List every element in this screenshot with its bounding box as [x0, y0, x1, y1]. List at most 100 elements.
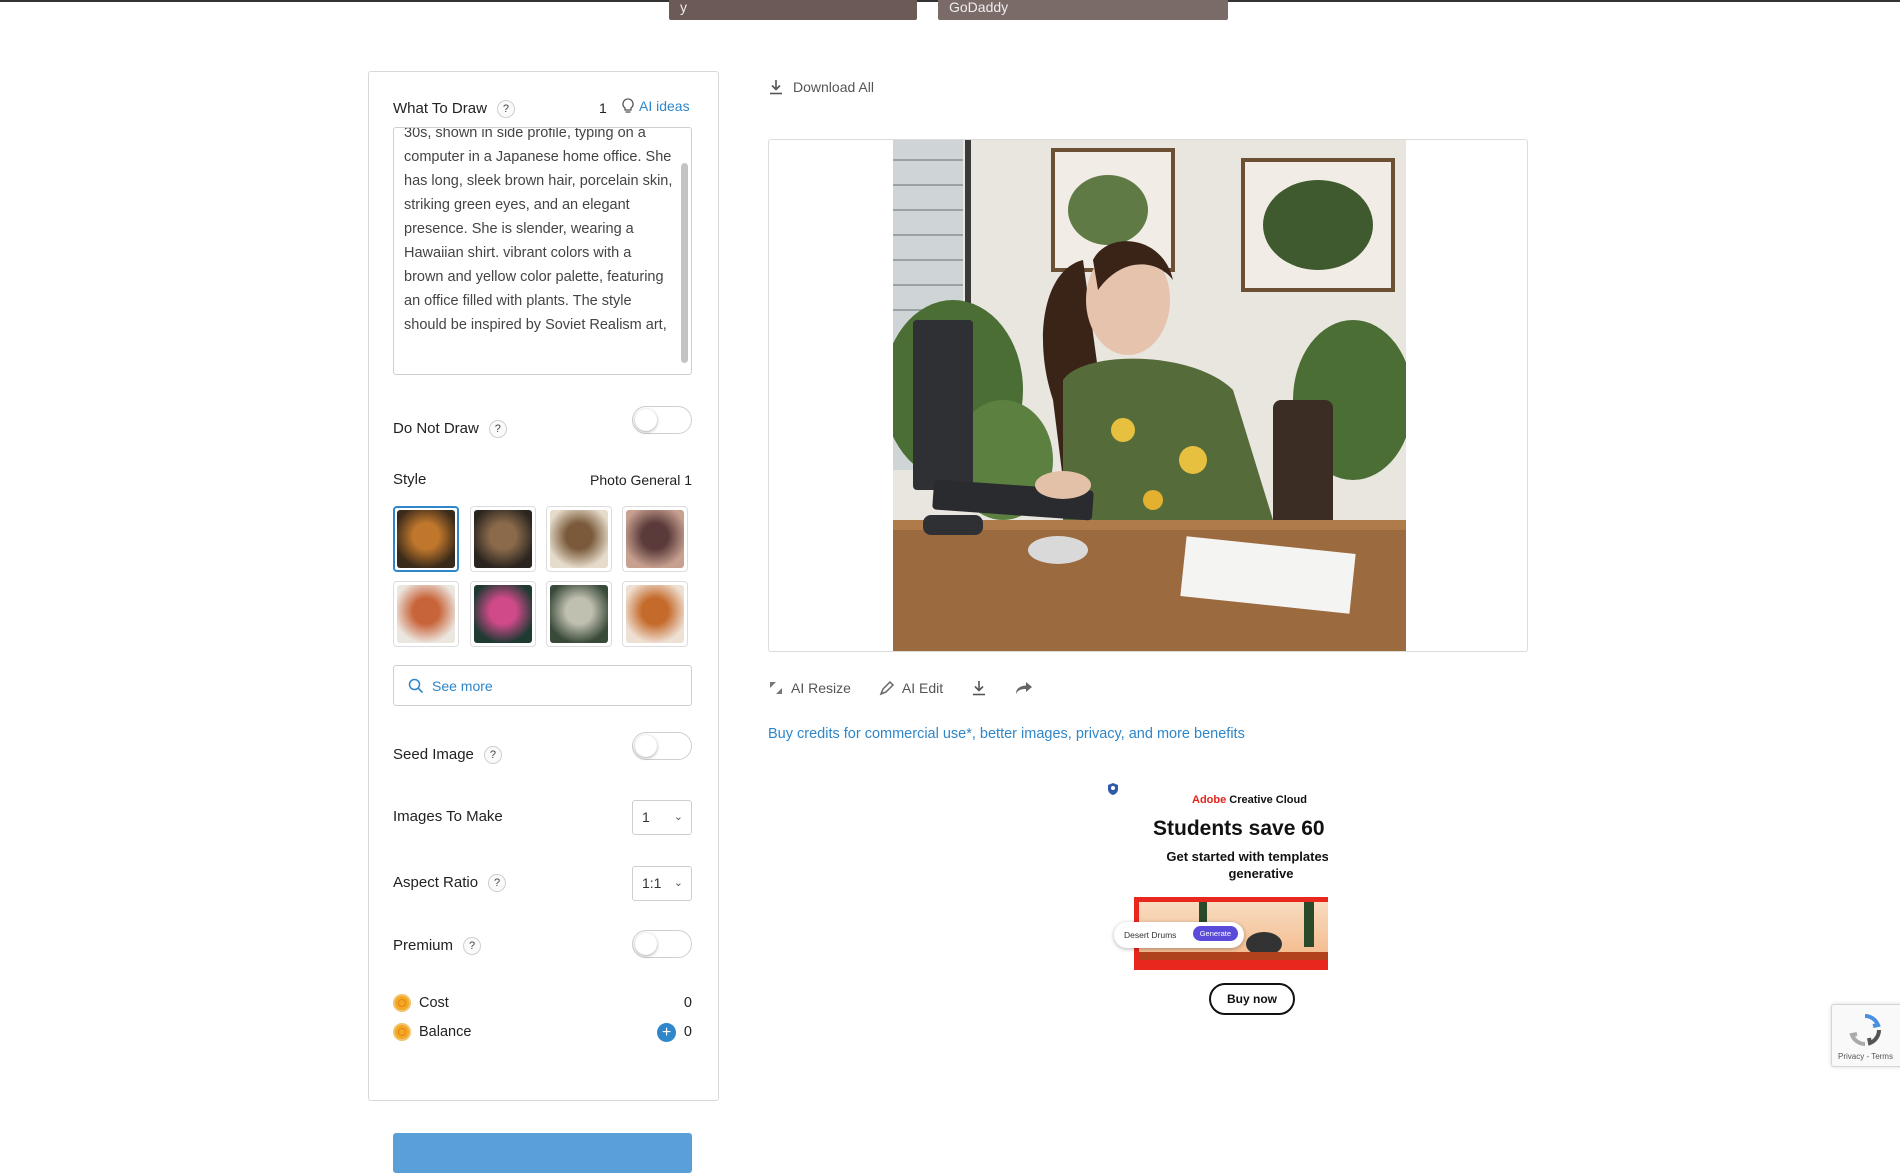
style-thumbnail-cow-warrior[interactable]: [470, 506, 536, 572]
do-not-draw-help-icon[interactable]: ?: [488, 420, 507, 439]
ai-ideas-label: AI ideas: [639, 98, 690, 114]
prompt-scrollbar[interactable]: [681, 163, 688, 363]
ai-edit-button[interactable]: AI Edit: [879, 680, 943, 696]
what-to-draw-help-icon[interactable]: ?: [496, 100, 515, 119]
pencil-icon: [879, 680, 894, 696]
cost-label: Cost: [419, 995, 449, 1011]
download-all-button[interactable]: Download All: [768, 79, 874, 95]
style-thumbnail-old-man[interactable]: [546, 581, 612, 647]
ad-prompt-pill: Desert Drums Generate: [1114, 922, 1244, 948]
chevron-down-icon: ⌄: [673, 877, 683, 889]
premium-label: Premium: [393, 937, 454, 954]
ai-resize-button[interactable]: AI Resize: [768, 680, 851, 696]
balance-value: 0: [683, 1024, 692, 1040]
style-thumbnail-image: [550, 510, 608, 568]
images-to-make-value: 1: [642, 809, 650, 825]
style-label: Style: [393, 471, 427, 488]
balance-row: Balance: [393, 1023, 471, 1041]
toggle-knob: [635, 933, 657, 955]
style-thumbnail-image: [474, 510, 532, 568]
style-thumbnail-image: [550, 585, 608, 643]
ad-generate-button: Generate: [1192, 926, 1238, 941]
images-to-make-select[interactable]: 1 ⌄: [632, 800, 692, 835]
share-icon: [1016, 682, 1033, 694]
lightbulb-icon: [622, 98, 634, 113]
recaptcha-icon: [1849, 1014, 1881, 1046]
advertisement[interactable]: Adobe Creative Cloud Students save 60 Ge…: [1100, 780, 1328, 1025]
share-button[interactable]: [1015, 680, 1033, 696]
premium-row: Premium?: [393, 937, 482, 956]
style-thumbnail-dancer[interactable]: [393, 581, 459, 647]
top-banner-ad-2[interactable]: GoDaddy: [938, 0, 1228, 20]
resize-icon: [770, 682, 782, 694]
do-not-draw-label: Do Not Draw: [393, 420, 479, 437]
chevron-down-icon: ⌄: [673, 811, 683, 823]
ai-resize-label: AI Resize: [791, 680, 851, 696]
ai-ideas-button[interactable]: AI ideas: [621, 98, 690, 114]
see-more-label: See more: [432, 677, 493, 694]
top-banner-label: GoDaddy: [949, 0, 1009, 15]
selected-style-name: Photo General 1: [590, 472, 692, 488]
style-thumbnail-tiger[interactable]: [393, 506, 459, 572]
coin-icon: [393, 1023, 411, 1041]
premium-help-icon[interactable]: ?: [463, 937, 482, 956]
ad-pill-text: Desert Drums: [1124, 930, 1177, 940]
aspect-ratio-label: Aspect Ratio: [393, 874, 479, 891]
buy-credits-link[interactable]: Buy credits for commercial use*, better …: [768, 726, 1245, 742]
ad-brand: Adobe Creative Cloud: [1192, 794, 1307, 806]
seed-image-toggle[interactable]: [632, 732, 692, 760]
image-actions-bar: AI Resize AI Edit: [768, 680, 1061, 696]
prompt-count: 1: [599, 100, 607, 116]
seed-image-row: Seed Image?: [393, 746, 502, 765]
prompt-text: 30s, shown in side profile, typing on a …: [404, 127, 673, 333]
style-thumbnail-fox-logo[interactable]: [622, 581, 688, 647]
prompt-textarea[interactable]: 30s, shown in side profile, typing on a …: [393, 127, 692, 375]
top-banner-ad-1[interactable]: y: [669, 0, 917, 20]
aspect-ratio-help-icon[interactable]: ?: [488, 874, 507, 893]
download-icon: [770, 80, 782, 95]
style-thumbnail-image: [397, 585, 455, 643]
generated-image-frame: [768, 139, 1528, 652]
premium-toggle[interactable]: [632, 930, 692, 958]
style-thumbnail-image: [626, 585, 684, 643]
aspect-ratio-value: 1:1: [642, 875, 662, 891]
generate-button[interactable]: [393, 1133, 692, 1173]
cost-value: 0: [683, 995, 692, 1011]
what-to-draw-row: What To Draw?: [393, 100, 515, 119]
recaptcha-terms[interactable]: Privacy - Terms: [1838, 1052, 1893, 1061]
style-thumbnail-anime-girl[interactable]: [622, 506, 688, 572]
do-not-draw-toggle[interactable]: [632, 406, 692, 434]
ad-headline: Students save 60: [1153, 817, 1325, 840]
top-banner-label: y: [680, 0, 687, 15]
aspect-ratio-row: Aspect Ratio?: [393, 874, 507, 893]
aspect-ratio-select[interactable]: 1:1 ⌄: [632, 866, 692, 901]
search-icon: [408, 678, 424, 693]
images-to-make-label: Images To Make: [393, 808, 503, 825]
style-thumbnail-pink-warrior[interactable]: [470, 581, 536, 647]
what-to-draw-label: What To Draw: [393, 100, 487, 117]
generated-image[interactable]: [893, 140, 1406, 651]
download-button[interactable]: [971, 680, 987, 696]
adchoices-shield-icon: [1108, 783, 1118, 795]
ad-subline: Get started with templates and generativ…: [1166, 849, 1328, 881]
seed-image-label: Seed Image: [393, 746, 474, 763]
do-not-draw-row: Do Not Draw?: [393, 420, 507, 439]
generated-image-artwork: [893, 140, 1406, 651]
ad-visual: Desert Drums Generate: [1114, 897, 1328, 970]
see-more-styles-button[interactable]: See more: [393, 665, 692, 706]
recaptcha-badge[interactable]: Privacy - Terms: [1831, 1004, 1900, 1067]
ad-brand-cc: Creative Cloud: [1229, 794, 1307, 806]
balance-label: Balance: [419, 1024, 472, 1040]
style-thumbnail-image: [397, 510, 455, 568]
cost-row: Cost: [393, 994, 449, 1012]
ad-brand-adobe: Adobe: [1192, 794, 1227, 806]
add-credits-button[interactable]: +: [657, 1023, 676, 1042]
style-thumbnail-image: [474, 585, 532, 643]
ad-buy-now-button[interactable]: Buy now: [1209, 983, 1295, 1015]
seed-image-help-icon[interactable]: ?: [483, 746, 502, 765]
download-icon: [973, 681, 986, 696]
toggle-knob: [635, 735, 657, 757]
style-thumbnail-image: [626, 510, 684, 568]
download-all-label: Download All: [793, 79, 874, 95]
style-thumbnail-violinist[interactable]: [546, 506, 612, 572]
